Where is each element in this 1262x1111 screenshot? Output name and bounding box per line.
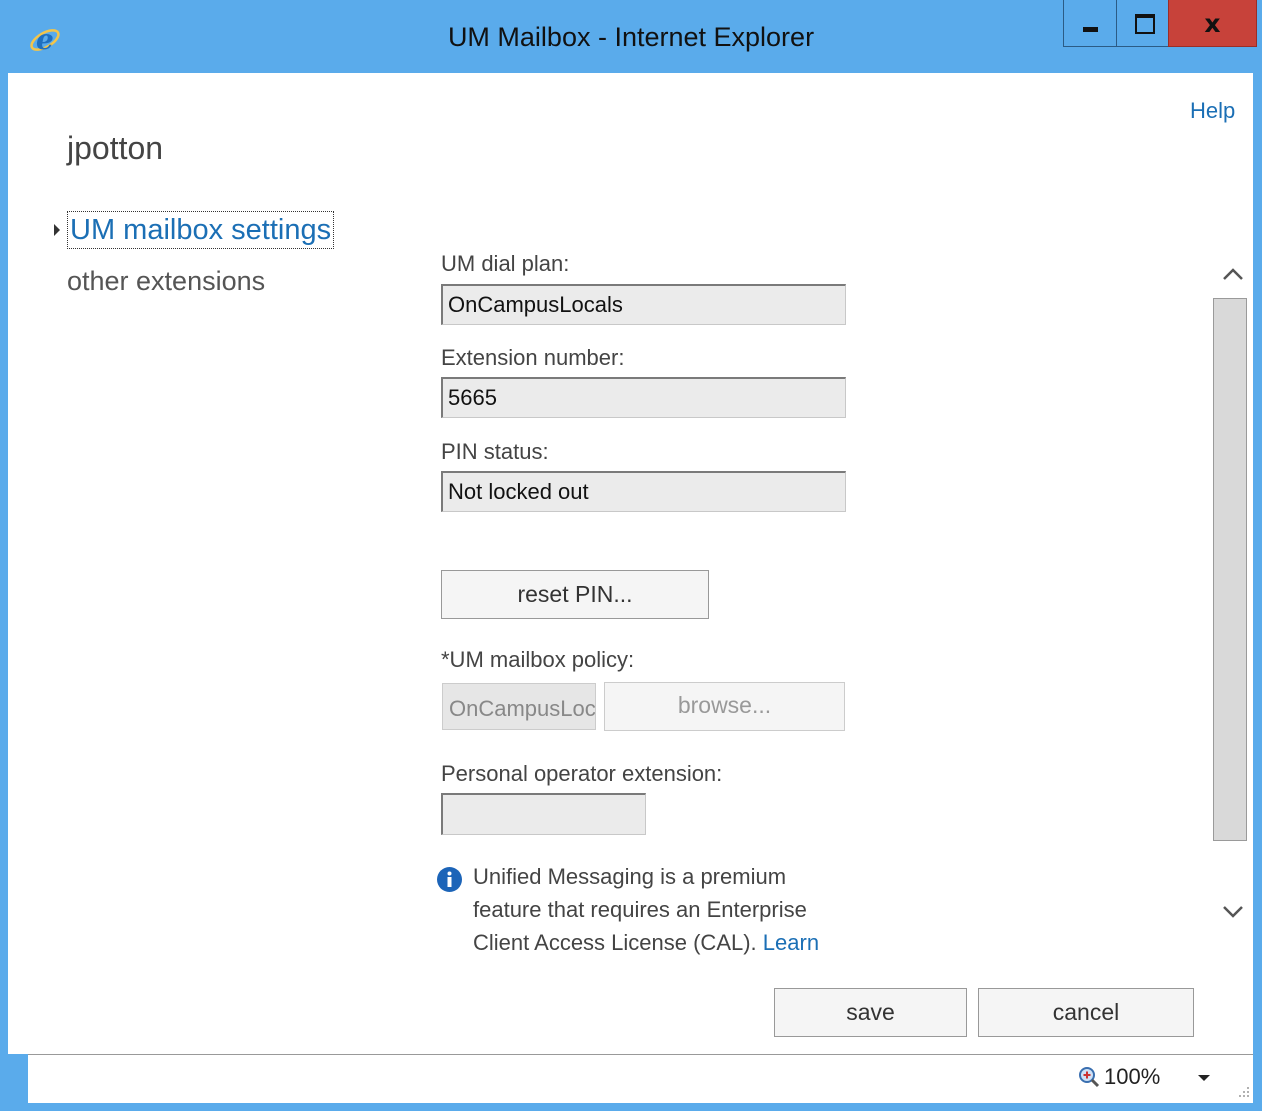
minimize-button[interactable] — [1063, 0, 1117, 47]
info-icon — [437, 867, 462, 892]
browse-button[interactable]: browse... — [604, 682, 845, 731]
nav-active-arrow-icon — [54, 224, 60, 236]
dial-plan-field[interactable]: OnCampusLocals — [441, 284, 846, 325]
dial-plan-label: UM dial plan: — [441, 251, 570, 276]
zoom-level[interactable]: 100% — [1104, 1064, 1160, 1090]
zoom-dropdown-icon[interactable] — [1198, 1075, 1210, 1081]
resize-grip-icon[interactable] — [1236, 1084, 1250, 1098]
policy-label: *UM mailbox policy: — [441, 647, 635, 672]
close-icon: x — [1204, 9, 1221, 38]
ie-window: e UM Mailbox - Internet Explorer x Help … — [0, 0, 1262, 1111]
operator-extension-label: Personal operator extension: — [441, 761, 723, 786]
info-message: Unified Messaging is a premium feature t… — [473, 860, 853, 959]
extension-field[interactable]: 5665 — [441, 377, 846, 418]
title-bar: e UM Mailbox - Internet Explorer x — [0, 0, 1262, 73]
scroll-down-icon[interactable] — [1221, 899, 1245, 923]
cancel-button[interactable]: cancel — [978, 988, 1194, 1037]
page-title: jpotton — [67, 130, 164, 166]
scroll-up-icon[interactable] — [1221, 263, 1245, 287]
learn-more-link[interactable]: Learn — [763, 930, 819, 955]
status-bar — [28, 1054, 1253, 1103]
pin-status-field[interactable]: Not locked out — [441, 471, 846, 512]
extension-label: Extension number: — [441, 345, 625, 370]
nav-item-other-extensions[interactable]: other extensions — [67, 266, 265, 297]
dialog-content: Help jpotton UM mailbox settings other e… — [8, 73, 1253, 1054]
nav-item-um-mailbox-settings[interactable]: UM mailbox settings — [67, 211, 335, 249]
info-message-text: Unified Messaging is a premium feature t… — [473, 864, 807, 955]
close-button[interactable]: x — [1168, 0, 1257, 47]
scrollbar-thumb[interactable] — [1213, 298, 1247, 841]
help-link[interactable]: Help — [1190, 98, 1235, 124]
zoom-icon[interactable] — [1078, 1066, 1100, 1088]
save-button[interactable]: save — [774, 988, 967, 1037]
pin-status-label: PIN status: — [441, 439, 549, 464]
policy-field[interactable]: OnCampusLocals — [442, 683, 596, 730]
reset-pin-button[interactable]: reset PIN... — [441, 570, 709, 619]
operator-extension-field[interactable] — [441, 793, 646, 835]
maximize-button[interactable] — [1116, 0, 1169, 47]
